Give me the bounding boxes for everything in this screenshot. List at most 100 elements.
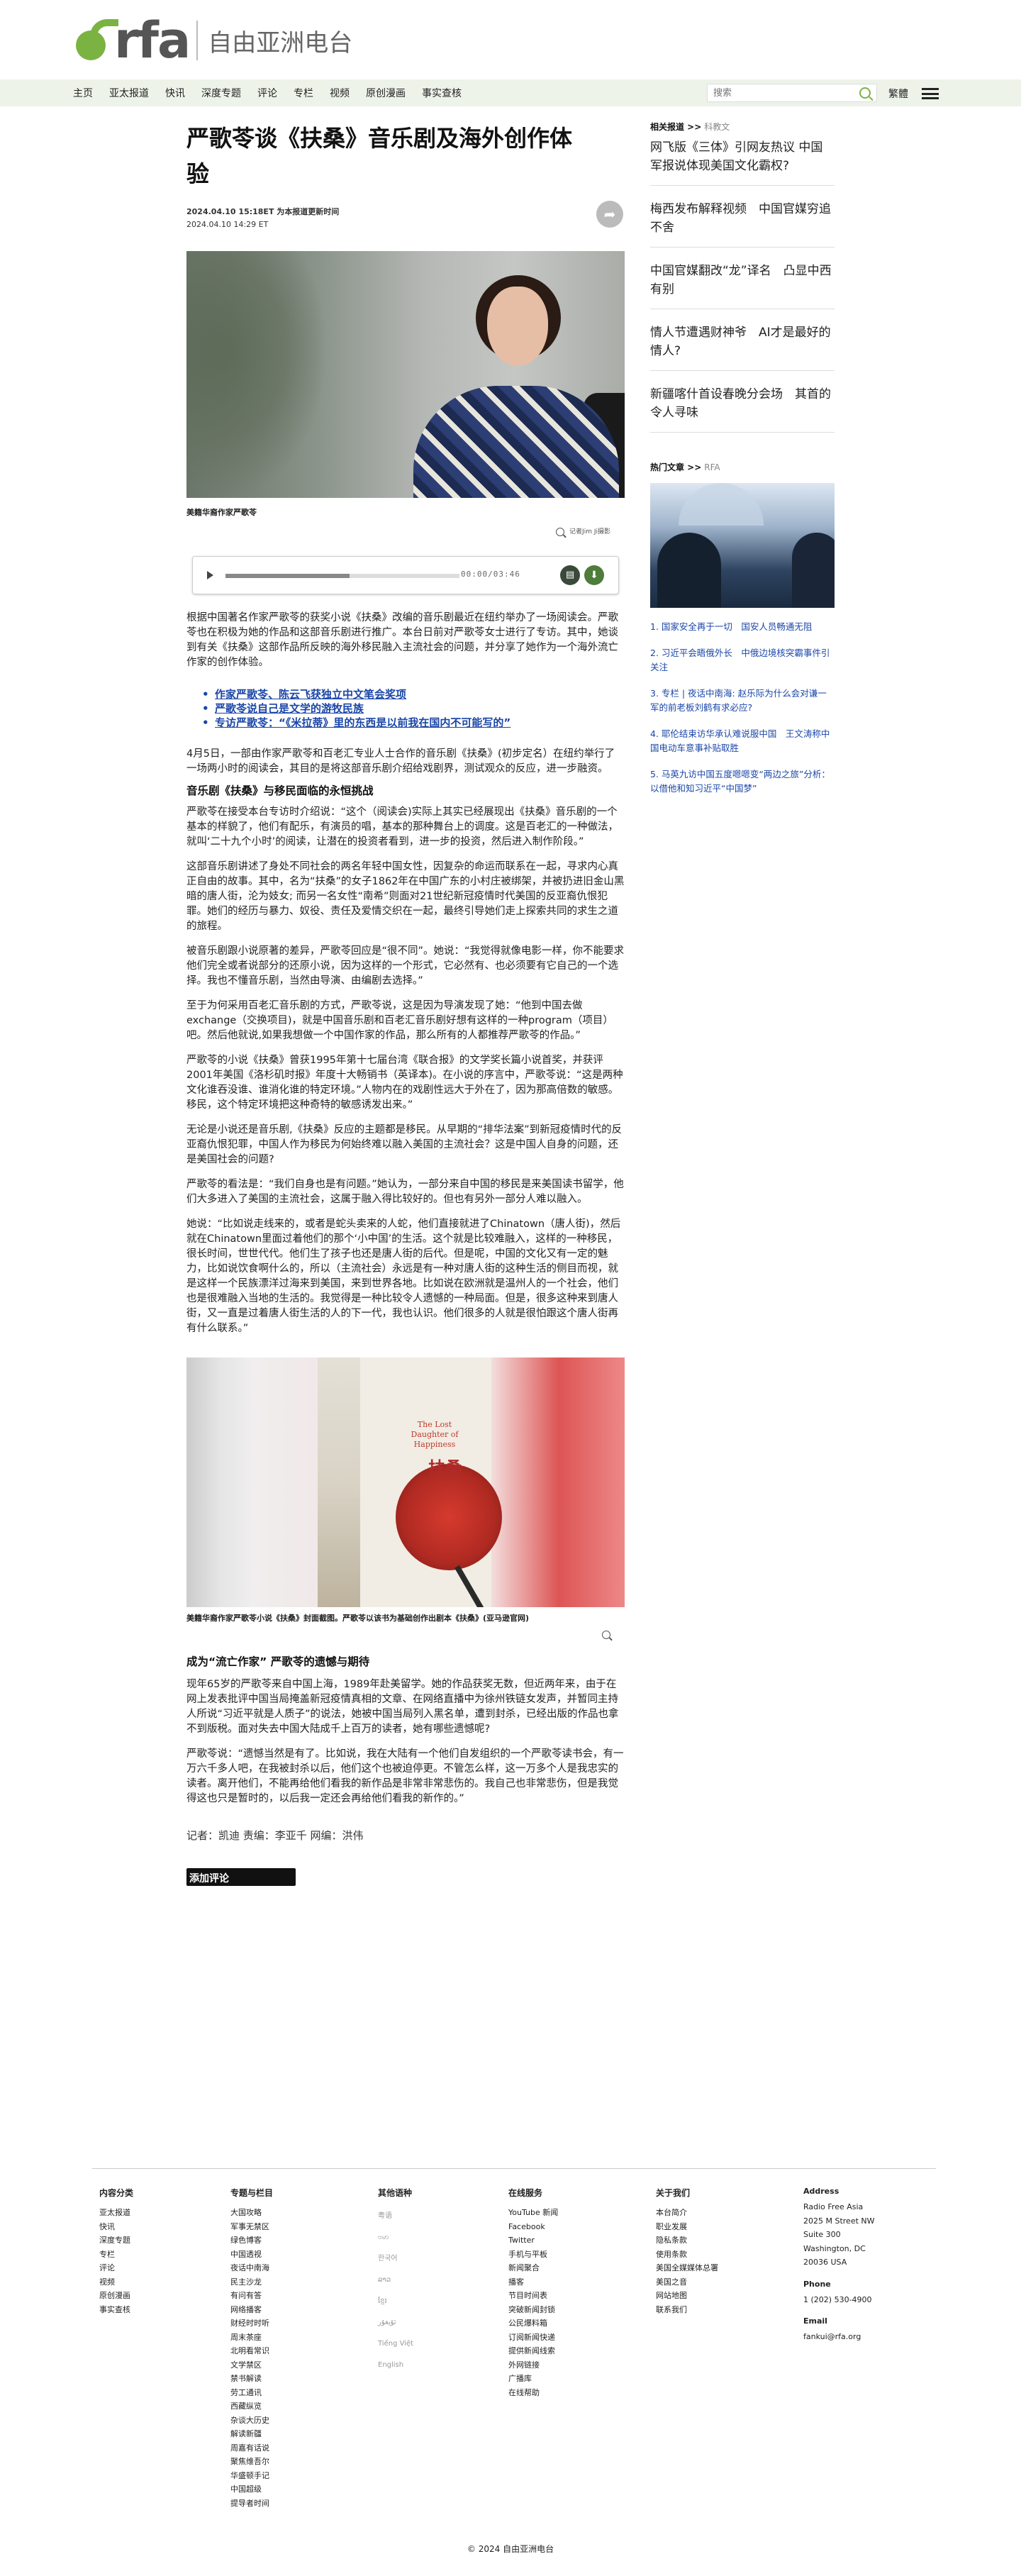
footer-link[interactable]: 劳工通讯 bbox=[230, 2386, 358, 2400]
footer-link[interactable]: ئۇيغۇر bbox=[378, 2312, 506, 2333]
nav-item-asia-pacific[interactable]: 亚太报道 bbox=[109, 86, 149, 100]
nav-item-home[interactable]: 主页 bbox=[73, 86, 93, 100]
footer-link[interactable]: 文学禁区 bbox=[230, 2358, 358, 2372]
footer-link[interactable]: 周末茶座 bbox=[230, 2331, 358, 2345]
related-link[interactable]: 严歌苓说自己是文学的游牧民族 bbox=[202, 701, 625, 716]
hot-article-link[interactable]: 1. 国家安全再于一切 国安人员畅通无阻 bbox=[650, 620, 835, 634]
footer-link[interactable]: 北明看常识 bbox=[230, 2344, 358, 2358]
zoom-icon[interactable] bbox=[556, 527, 565, 536]
footer-link[interactable]: 财经时时听 bbox=[230, 2316, 358, 2331]
footer-link[interactable]: 公民爆料箱 bbox=[508, 2316, 636, 2331]
footer-link[interactable]: 亚太报道 bbox=[99, 2206, 227, 2220]
footer-link[interactable]: 新闻聚合 bbox=[508, 2261, 636, 2275]
related-story[interactable]: 中国官媒翻改“龙”译名 凸显中西有别 bbox=[650, 248, 835, 309]
footer-link[interactable]: 大国攻略 bbox=[230, 2206, 358, 2220]
nav-item-fact-check[interactable]: 事实查核 bbox=[422, 86, 462, 100]
footer-link[interactable]: Twitter bbox=[508, 2233, 636, 2248]
footer-link[interactable]: 专栏 bbox=[99, 2248, 227, 2262]
nav-item-commentary[interactable]: 评论 bbox=[257, 86, 277, 100]
footer-link[interactable]: Facebook bbox=[508, 2220, 636, 2234]
related-reports-heading[interactable]: 相关报道 >> 科教文 bbox=[650, 121, 835, 133]
related-link[interactable]: 专访严歌苓：“《米拉蒂》里的东西是以前我在国内不可能写的” bbox=[202, 716, 625, 730]
footer-link[interactable]: 禁书解读 bbox=[230, 2372, 358, 2386]
footer-link[interactable]: 提导者时间 bbox=[230, 2497, 358, 2511]
footer-link[interactable]: 使用条款 bbox=[656, 2248, 783, 2262]
footer-link[interactable]: 手机与平板 bbox=[508, 2248, 636, 2262]
nav-item-in-depth[interactable]: 深度专题 bbox=[201, 86, 241, 100]
footer-link[interactable]: 广播库 bbox=[508, 2372, 636, 2386]
footer-link[interactable]: 网络播客 bbox=[230, 2303, 358, 2317]
footer-link[interactable]: 粤语 bbox=[378, 2206, 506, 2227]
share-icon[interactable]: ➦ bbox=[596, 201, 623, 228]
nav-item-video[interactable]: 视频 bbox=[330, 86, 350, 100]
related-story[interactable]: 梅西发布解释视频 中国官媒穷追不舍 bbox=[650, 186, 835, 248]
footer-link[interactable]: 事实查核 bbox=[99, 2303, 227, 2317]
footer-link[interactable]: 视频 bbox=[99, 2275, 227, 2289]
hot-article-link[interactable]: 3. 专栏 | 夜话中南海: 赵乐际为什么会对谦一军的前老板刘鹤有求必应? bbox=[650, 687, 835, 715]
footer-link[interactable]: 聚焦维吾尔 bbox=[230, 2455, 358, 2469]
footer-link[interactable]: ລາວ bbox=[378, 2270, 506, 2291]
footer-link[interactable]: 美国全媒媒体总署 bbox=[656, 2261, 783, 2275]
footer-link[interactable]: 快讯 bbox=[99, 2220, 227, 2234]
footer-link[interactable]: 提供新闻线索 bbox=[508, 2344, 636, 2358]
search-icon[interactable] bbox=[859, 87, 871, 99]
footer-link[interactable]: 隐私条款 bbox=[656, 2233, 783, 2248]
footer-link[interactable]: 夜话中南海 bbox=[230, 2261, 358, 2275]
hot-articles-heading[interactable]: 热门文章 >> RFA bbox=[650, 461, 835, 473]
footer-link[interactable]: 职业发展 bbox=[656, 2220, 783, 2234]
footer-link[interactable]: 网站地图 bbox=[656, 2289, 783, 2303]
phone-number[interactable]: 1 (202) 530-4900 bbox=[803, 2293, 931, 2307]
related-story[interactable]: 网飞版《三体》引网友热议 中国军报说体现美国文化霸权? bbox=[650, 133, 835, 186]
footer-link[interactable]: YouTube 新闻 bbox=[508, 2206, 636, 2220]
footer-link[interactable]: ខ្មែរ bbox=[378, 2291, 506, 2312]
nav-item-columns[interactable]: 专栏 bbox=[294, 86, 313, 100]
footer-link[interactable]: ဗမာ bbox=[378, 2227, 506, 2248]
footer-link[interactable]: 周嘉有话说 bbox=[230, 2441, 358, 2455]
footer-link[interactable]: 绿色博客 bbox=[230, 2233, 358, 2248]
footer-link[interactable]: Tiếng Việt bbox=[378, 2333, 506, 2355]
footer-link[interactable]: 播客 bbox=[508, 2275, 636, 2289]
email-address[interactable]: fankui@rfa.org bbox=[803, 2330, 931, 2344]
related-story[interactable]: 情人节遭遇财神爷 AI才是最好的情人? bbox=[650, 309, 835, 371]
audio-progress-bar[interactable] bbox=[225, 573, 459, 578]
footer-link[interactable]: 杂谈大历史 bbox=[230, 2414, 358, 2428]
footer-link[interactable]: 한국어 bbox=[378, 2248, 506, 2270]
play-icon[interactable] bbox=[207, 570, 213, 579]
footer-link[interactable]: 联系我们 bbox=[656, 2303, 783, 2317]
download-icon[interactable]: ⬇ bbox=[584, 565, 604, 585]
hot-article-image[interactable] bbox=[650, 483, 835, 608]
footer-link[interactable]: 中国超级 bbox=[230, 2482, 358, 2497]
footer-link[interactable]: 军事无禁区 bbox=[230, 2220, 358, 2234]
footer-link[interactable]: 有问有答 bbox=[230, 2289, 358, 2303]
search-input[interactable] bbox=[708, 84, 859, 101]
footer-link[interactable]: 民主沙龙 bbox=[230, 2275, 358, 2289]
footer-link[interactable]: 外网链接 bbox=[508, 2358, 636, 2372]
footer-link[interactable]: 美国之音 bbox=[656, 2275, 783, 2289]
related-link[interactable]: 作家严歌苓、陈云飞获独立中文笔会奖项 bbox=[202, 687, 625, 701]
hot-article-link[interactable]: 4. 耶伦结束访华承认难说服中国 王文涛称中国电动车意事补贴取胜 bbox=[650, 727, 835, 755]
subtitles-icon[interactable]: ▤ bbox=[560, 565, 580, 585]
footer-link[interactable]: 在线帮助 bbox=[508, 2386, 636, 2400]
footer-link[interactable]: 华盛顿手记 bbox=[230, 2469, 358, 2483]
hamburger-menu-icon[interactable] bbox=[922, 88, 939, 99]
traditional-chinese-toggle[interactable]: 繁體 bbox=[888, 87, 908, 101]
hot-article-link[interactable]: 2. 习近平会晤俄外长 中俄边境核突霸事件引关注 bbox=[650, 646, 835, 674]
nav-item-news-flash[interactable]: 快讯 bbox=[165, 86, 185, 100]
rfa-logo[interactable]: rfa 自由亚洲电台 bbox=[73, 16, 352, 65]
footer-link[interactable]: 中国透视 bbox=[230, 2248, 358, 2262]
footer-link[interactable]: 西藏纵览 bbox=[230, 2399, 358, 2414]
nav-item-comics[interactable]: 原创漫画 bbox=[366, 86, 406, 100]
zoom-icon[interactable] bbox=[602, 1630, 610, 1639]
footer-link[interactable]: 突破新闻封锁 bbox=[508, 2303, 636, 2317]
footer-link[interactable]: 原创漫画 bbox=[99, 2289, 227, 2303]
footer-link[interactable]: 订阅新闻快递 bbox=[508, 2331, 636, 2345]
hot-article-link[interactable]: 5. 马英九访中国五度嗯嗯变“两边之旅”分析：以借他和知习近平“中国梦” bbox=[650, 767, 835, 796]
footer-link[interactable]: 节目时间表 bbox=[508, 2289, 636, 2303]
footer-link[interactable]: 本台简介 bbox=[656, 2206, 783, 2220]
add-comment-button[interactable]: 添加评论 bbox=[186, 1867, 296, 1886]
footer-link[interactable]: 评论 bbox=[99, 2261, 227, 2275]
footer-link[interactable]: English bbox=[378, 2355, 506, 2376]
footer-link[interactable]: 深度专题 bbox=[99, 2233, 227, 2248]
related-story[interactable]: 新疆喀什首设春晚分会场 其首的令人寻味 bbox=[650, 371, 835, 433]
footer-link[interactable]: 解读新疆 bbox=[230, 2427, 358, 2441]
